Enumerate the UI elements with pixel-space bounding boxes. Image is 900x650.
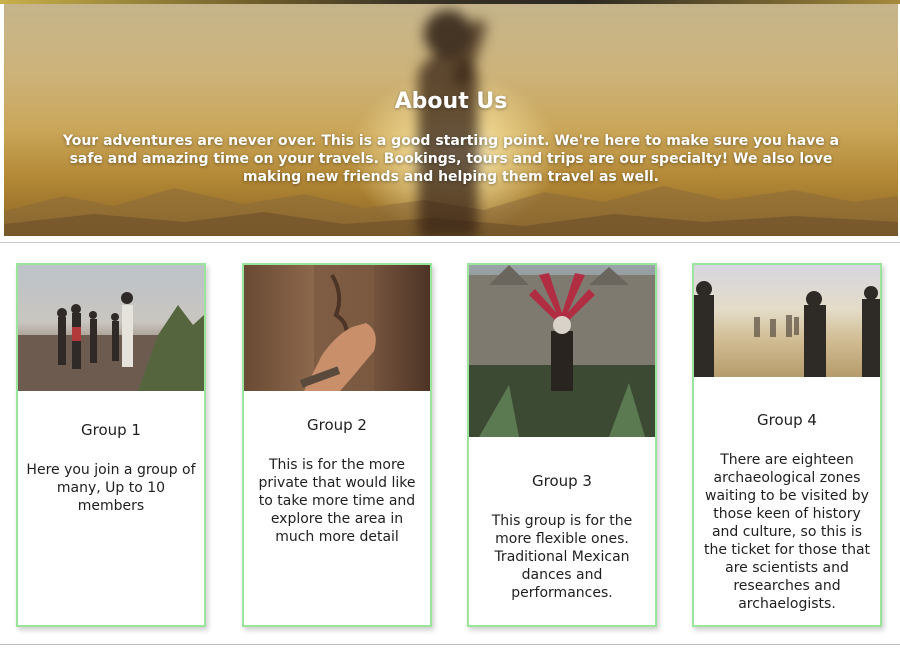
group-1-content: Group 1 Here you join a group of many, U… [18,421,204,515]
group-card-4[interactable]: Group 4 There are eighteen archaeologica… [692,263,882,627]
section-divider [0,242,900,243]
hero-description: Your adventures are never over. This is … [62,133,840,185]
group-2-description: This is for the more private that would … [258,457,416,545]
group-3-title: Group 3 [532,472,592,490]
group-2-photo [244,265,430,391]
group-3-description: This group is for the more flexible ones… [491,513,633,601]
group-4-description: There are eighteen archaeological zones … [703,452,871,612]
group-2-content: Group 2 This is for the more private tha… [244,416,430,546]
group-card-1[interactable]: Group 1 Here you join a group of many, U… [16,263,206,627]
group-1-photo [18,265,204,391]
group-3-content: Group 3 This group is for the more flexi… [469,472,655,602]
traveler-silhouette [404,4,494,236]
group-card-3[interactable]: Group 3 This group is for the more flexi… [467,263,657,627]
page-title: About Us [394,88,508,114]
footer-divider [0,644,900,645]
group-2-title: Group 2 [307,416,367,434]
group-4-title: Group 4 [757,411,817,429]
group-card-2[interactable]: Group 2 This is for the more private tha… [242,263,432,627]
group-4-content: Group 4 There are eighteen archaeologica… [694,411,880,613]
group-4-photo [694,265,880,377]
group-3-photo [469,265,655,437]
group-1-title: Group 1 [81,421,141,439]
about-hero-banner: About Us Your adventures are never over.… [4,4,898,236]
group-1-description: Here you join a group of many, Up to 10 … [26,462,196,514]
